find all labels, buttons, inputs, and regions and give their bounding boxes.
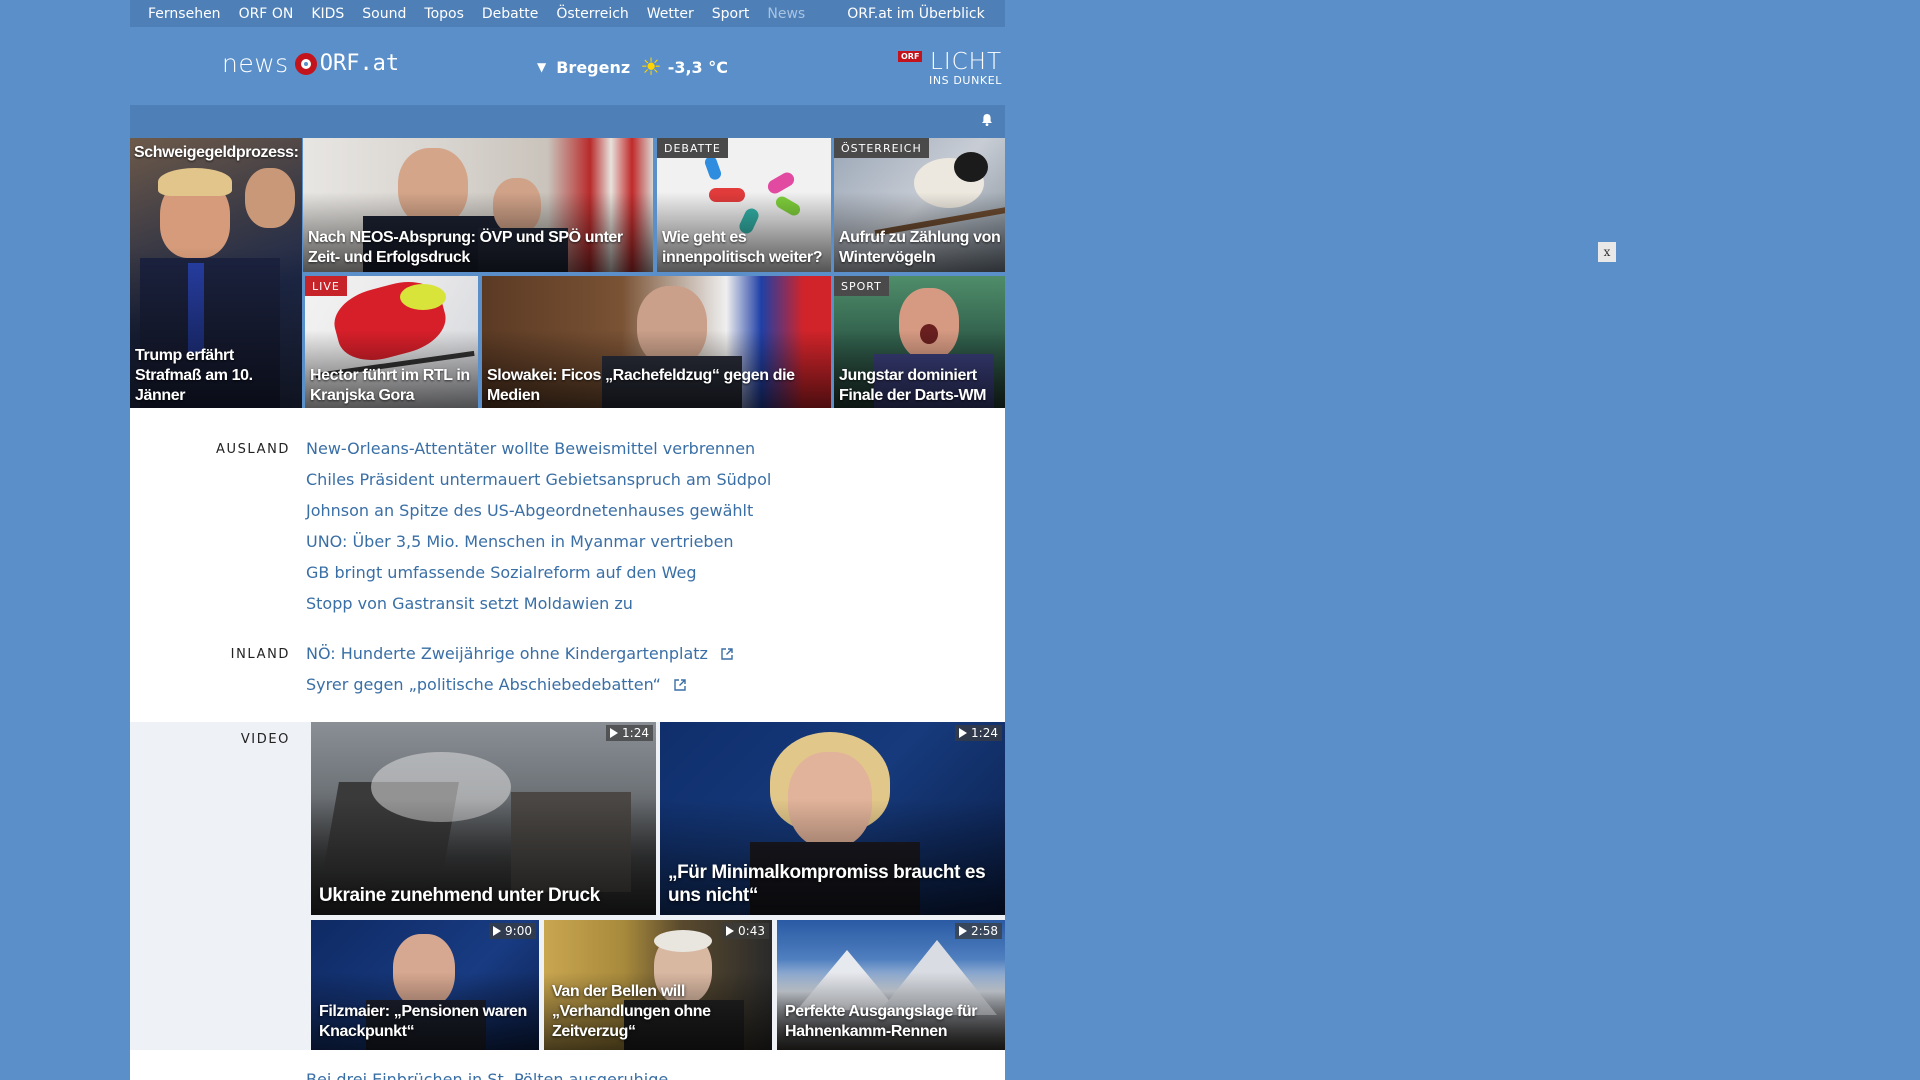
site-header: news ORF.at ▼ Bregenz ☀ -3,3 °C ORF LICH… xyxy=(130,27,1005,105)
news-link[interactable]: Chiles Präsident untermauert Gebietsansp… xyxy=(306,470,771,489)
video-teaser[interactable]: 9:00 Filzmaier: „Pensionen waren Knackpu… xyxy=(311,920,539,1050)
teaser-kicker: Schweigegeldprozess: xyxy=(134,144,299,161)
overlay-close-button[interactable]: x xyxy=(1598,242,1616,262)
nav-item-sport[interactable]: Sport xyxy=(703,6,759,22)
video-teaser[interactable]: 0:43 Van der Bellen will „Verhandlungen … xyxy=(544,920,772,1050)
teaser-category-label: ÖSTERREICH xyxy=(834,138,929,158)
duration-text: 1:24 xyxy=(622,726,649,740)
lid-orf-badge: ORF xyxy=(898,51,923,62)
duration-text: 2:58 xyxy=(971,924,998,938)
video-section: VIDEO 1:24 Ukraine zunehmend unter Druck… xyxy=(130,722,1005,1050)
weather-widget[interactable]: ▼ Bregenz ☀ -3,3 °C xyxy=(537,55,728,79)
video-duration: 1:24 xyxy=(955,725,1002,741)
duration-text: 9:00 xyxy=(505,924,532,938)
teaser-debatte[interactable]: DEBATTE Wie geht es innenpolitisch weite… xyxy=(657,138,831,272)
external-news-link[interactable]: Syrer gegen „politische Abschiebedebatte… xyxy=(306,675,686,694)
teaser-hector[interactable]: LIVE Hector führt im RTL in Kranjska Gor… xyxy=(305,276,478,410)
video-teaser[interactable]: 1:24 Ukraine zunehmend unter Druck xyxy=(311,722,656,915)
sun-icon: ☀ xyxy=(640,53,662,81)
teaser-title: Wie geht es innenpolitisch weiter? xyxy=(662,229,823,266)
teaser-title: Nach NEOS-Absprung: ÖVP und SPÖ unter Ze… xyxy=(308,229,623,266)
news-orf-logo[interactable]: news ORF.at xyxy=(222,49,399,78)
lid-title: LICHT xyxy=(930,49,1003,75)
nav-item-news[interactable]: News xyxy=(758,6,814,22)
orf-eye-icon xyxy=(294,52,317,75)
teaser-category-label: SPORT xyxy=(834,276,889,296)
lid-subtitle: INS DUNKEL xyxy=(929,74,1002,87)
news-lists: AUSLAND New-Orleans-Attentäter wollte Be… xyxy=(130,408,1005,722)
video-duration: 9:00 xyxy=(489,923,536,939)
video-duration: 2:58 xyxy=(955,923,1002,939)
section-label-inland: INLAND xyxy=(230,647,290,662)
weather-temperature: -3,3 °C xyxy=(667,57,728,77)
news-link[interactable]: Johnson an Spitze des US-Abgeordnetenhau… xyxy=(306,501,753,520)
nav-item-sound[interactable]: Sound xyxy=(353,6,415,22)
page-column: Fernsehen ORF ON KIDS Sound Topos Debatt… xyxy=(130,0,1005,1080)
video-duration: 1:24 xyxy=(606,725,653,741)
teaser-title: Jungstar dominiert Finale der Darts-WM xyxy=(839,367,987,404)
dropdown-triangle-icon: ▼ xyxy=(537,60,547,74)
teaser-wintervoegel[interactable]: ÖSTERREICH Aufruf zu Zählung von Winterv… xyxy=(834,138,1005,272)
nav-item-wetter[interactable]: Wetter xyxy=(638,6,703,22)
section-label-ausland: AUSLAND xyxy=(215,442,290,457)
teaser-title: Hector führt im RTL in Kranjska Gora xyxy=(310,367,470,404)
nav-item-fernsehen[interactable]: Fernsehen xyxy=(130,6,230,22)
section-label-video: VIDEO xyxy=(240,732,290,747)
nav-item-overview[interactable]: ORF.at im Überblick xyxy=(838,6,993,22)
duration-text: 0:43 xyxy=(738,924,765,938)
video-title: „Für Minimalkompromiss braucht es uns ni… xyxy=(668,862,986,906)
video-title: Van der Bellen will „Verhandlungen ohne … xyxy=(552,983,711,1040)
external-link-icon xyxy=(674,679,686,691)
video-teaser[interactable]: 2:58 Perfekte Ausgangslage für Hahnenkam… xyxy=(777,920,1005,1050)
video-title: Perfekte Ausgangslage für Hahnenkamm-Ren… xyxy=(785,1003,978,1040)
teaser-darts[interactable]: SPORT Jungstar dominiert Finale der Dart… xyxy=(834,276,1005,410)
play-icon xyxy=(610,728,619,738)
licht-ins-dunkel-logo[interactable]: ORF LICHT INS DUNKEL xyxy=(898,49,1004,89)
teaser-fico[interactable]: Slowakei: Ficos „Rachefeldzug“ gegen die… xyxy=(482,276,831,410)
nav-item-kids[interactable]: KIDS xyxy=(302,6,353,22)
video-teaser[interactable]: 1:24 „Für Minimalkompromiss braucht es u… xyxy=(660,722,1005,915)
news-link-text: NÖ: Hunderte Zweijährige ohne Kindergart… xyxy=(306,644,708,663)
teaser-title: Aufruf zu Zählung von Wintervögeln xyxy=(839,229,1001,266)
duration-text: 1:24 xyxy=(971,726,998,740)
bell-icon[interactable] xyxy=(979,113,995,129)
teaser-category-label: DEBATTE xyxy=(657,138,728,158)
play-icon xyxy=(493,926,502,936)
weather-city: Bregenz xyxy=(556,57,631,77)
nav-item-oesterreich[interactable]: Österreich xyxy=(547,6,637,22)
notification-bar xyxy=(130,105,1005,138)
orf-top-nav: Fernsehen ORF ON KIDS Sound Topos Debatt… xyxy=(130,0,1005,27)
play-icon xyxy=(959,926,968,936)
play-icon xyxy=(959,728,968,738)
next-news-list: Bei drei Einbrüchen in St. Pölten ausger… xyxy=(130,1050,1005,1080)
teaser-title: Slowakei: Ficos „Rachefeldzug“ gegen die… xyxy=(487,367,795,404)
video-title: Ukraine zunehmend unter Druck xyxy=(319,885,600,906)
video-title: Filzmaier: „Pensionen waren Knackpunkt“ xyxy=(319,1003,527,1040)
video-duration: 0:43 xyxy=(722,923,769,939)
news-link[interactable]: UNO: Über 3,5 Mio. Menschen in Myanmar v… xyxy=(306,532,734,551)
play-icon xyxy=(726,926,735,936)
logo-news-text: news xyxy=(222,49,289,78)
logo-orf-text: ORF.at xyxy=(319,51,400,76)
news-link[interactable]: New-Orleans-Attentäter wollte Beweismitt… xyxy=(306,439,755,458)
nav-item-debatte[interactable]: Debatte xyxy=(473,6,547,22)
nav-item-topos[interactable]: Topos xyxy=(415,6,472,22)
news-link[interactable]: GB bringt umfassende Sozialreform auf de… xyxy=(306,563,696,582)
teaser-neos[interactable]: Nach NEOS-Absprung: ÖVP und SPÖ unter Ze… xyxy=(303,138,653,272)
news-link-text: Syrer gegen „politische Abschiebedebatte… xyxy=(306,675,661,694)
teaser-trump[interactable]: Schweigegeldprozess: Trump erfährt Straf… xyxy=(130,138,302,410)
news-link[interactable]: Stopp von Gastransit setzt Moldawien zu xyxy=(306,594,633,613)
external-news-link[interactable]: NÖ: Hunderte Zweijährige ohne Kindergart… xyxy=(306,644,733,663)
live-badge: LIVE xyxy=(305,276,347,296)
news-link[interactable]: Bei drei Einbrüchen in St. Pölten ausger… xyxy=(306,1070,668,1080)
nav-item-orf-on[interactable]: ORF ON xyxy=(230,6,303,22)
teaser-title: Trump erfährt Strafmaß am 10. Jänner xyxy=(135,347,253,404)
external-link-icon xyxy=(721,648,733,660)
